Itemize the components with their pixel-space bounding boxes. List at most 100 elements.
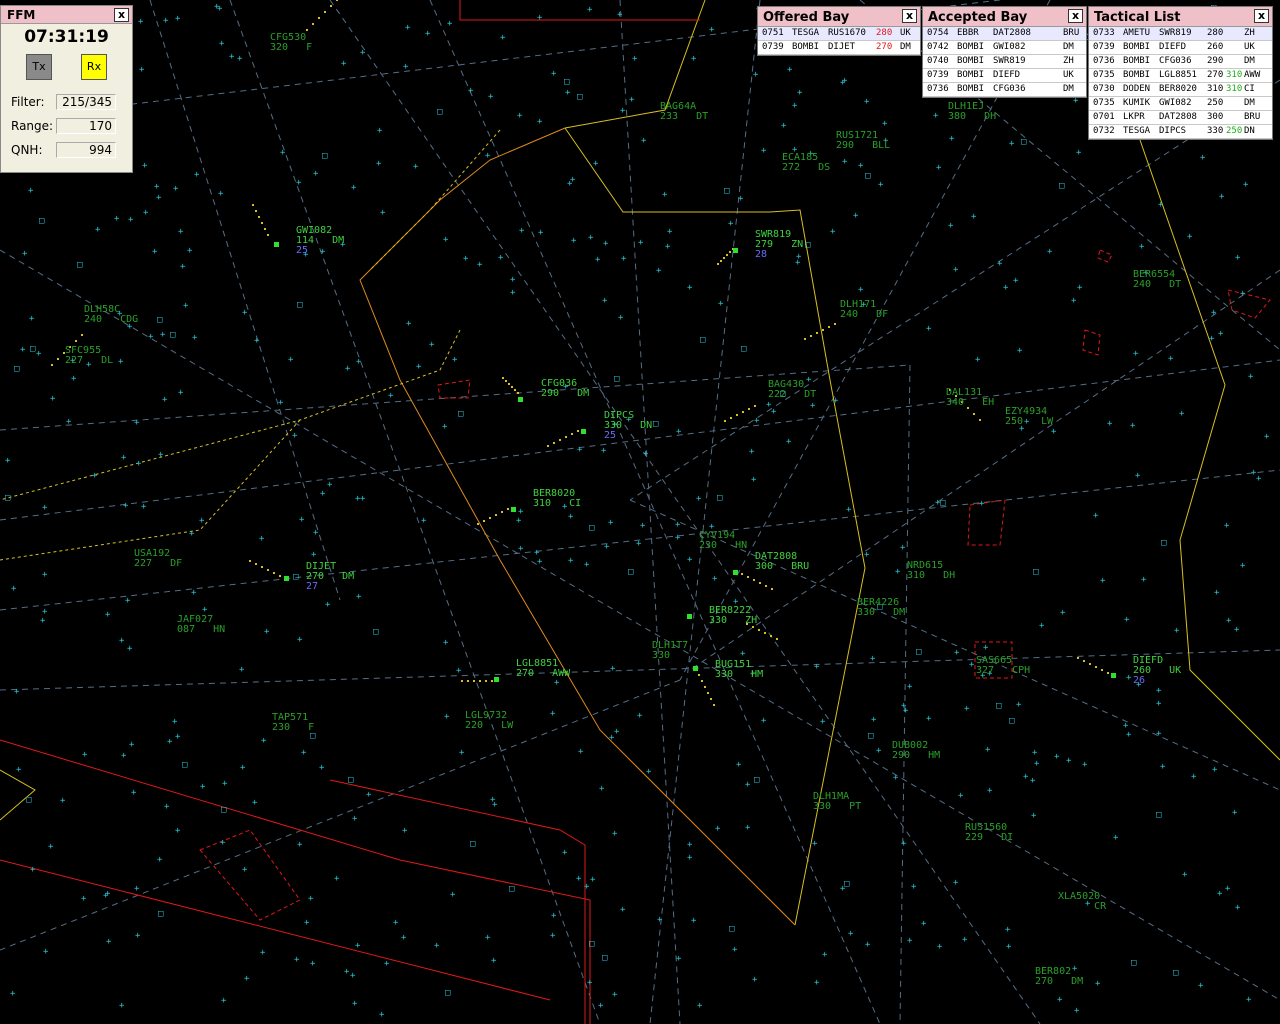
offered-bay-title-bar[interactable]: Offered Bay x [758, 7, 920, 27]
fix-marker: + [28, 186, 34, 196]
traffic-label[interactable]: DLH171 240 DF [840, 300, 888, 320]
list-row[interactable]: 0735 BOMBI LGL8851 270 310 AWW [1089, 69, 1272, 83]
fix-marker: + [434, 941, 440, 951]
aircraft-symbol[interactable] [733, 248, 738, 253]
track-label[interactable]: DAT2808 300 BRU [755, 552, 809, 572]
list-row[interactable]: 0733 AMETU SWR819 280 ZH [1089, 27, 1272, 41]
fix-marker: + [221, 996, 227, 1006]
fix-marker: □ [437, 107, 443, 117]
traffic-label[interactable]: RUS1560 229 DI [965, 823, 1013, 843]
rx-button[interactable]: Rx [81, 54, 107, 80]
list-row[interactable]: 0740 BOMBI SWR819 ZH [923, 55, 1086, 69]
traffic-label[interactable]: DLH1T7 330 [652, 641, 688, 661]
traffic-label[interactable]: XLA5020 CR [1058, 892, 1106, 912]
traffic-label[interactable]: LGL9732 220 LW [465, 711, 513, 731]
aircraft-symbol[interactable] [1111, 673, 1116, 678]
fix-marker: + [379, 1010, 385, 1020]
aircraft-symbol[interactable] [511, 507, 516, 512]
fix-marker: + [576, 874, 582, 884]
track-label[interactable]: DIEFD 260 UK 26 [1133, 656, 1181, 686]
list-row[interactable]: 0751 TESGA RUS1670 280 UK [758, 27, 920, 41]
traffic-label[interactable]: DUB002 290 HM [892, 741, 940, 761]
traffic-label[interactable]: USA192 227 DF [134, 549, 182, 569]
traffic-label[interactable]: DLH1EJ 380 DH [948, 102, 996, 122]
aircraft-symbol[interactable] [518, 397, 523, 402]
traffic-label[interactable]: TAP571 230 F [272, 713, 314, 733]
fix-marker: + [142, 161, 148, 171]
track-label[interactable]: BUG151 330 HM [715, 660, 763, 680]
traffic-label[interactable]: CFG530 320 F [270, 33, 312, 53]
trail-dot [1107, 672, 1109, 674]
track-label[interactable]: BER8222 330 ZH [709, 606, 757, 626]
traffic-label[interactable]: ECA185 272 DS [782, 153, 830, 173]
list-row[interactable]: 0736 BOMBI CFG036 DM [923, 83, 1086, 97]
aircraft-symbol[interactable] [284, 576, 289, 581]
fix-marker: + [997, 259, 1003, 269]
radar-scope[interactable]: □ + + + + + + + + □ + + + + + + + + □ + + + + + + + + □ + + + + + + + + □ + + +… [0, 0, 1280, 1024]
traffic-label[interactable]: DAL131 340 EH [946, 388, 994, 408]
tx-button[interactable]: Tx [26, 54, 52, 80]
traffic-label[interactable]: NRD615 310 DH [907, 561, 955, 581]
traffic-label[interactable]: SAS665 327 CPH [976, 656, 1030, 676]
track-label[interactable]: CFG036 290 DM [541, 379, 589, 399]
track-label[interactable]: GWI082 114 DM 25 [296, 226, 344, 256]
traffic-label[interactable]: DLH58C 240 CDG [84, 305, 138, 325]
traffic-label[interactable]: EZY4934 250 LW [1005, 407, 1053, 427]
list-row[interactable]: 0701 LKPR DAT2808 300 BRU [1089, 111, 1272, 125]
traffic-label[interactable]: BER6554 240 DT [1133, 270, 1181, 290]
list-row[interactable]: 0735 KUMIK GWI082 250 DM [1089, 97, 1272, 111]
fix-marker: + [712, 574, 718, 584]
accepted-bay-close-button[interactable]: x [1068, 9, 1083, 23]
fix-marker: + [157, 855, 163, 865]
traffic-label[interactable]: BER4226 330 DM [857, 598, 905, 618]
list-row[interactable]: 0736 BOMBI CFG036 290 DM [1089, 55, 1272, 69]
range-field[interactable]: 170 [56, 118, 116, 134]
tactical-list-close-button[interactable]: x [1254, 9, 1269, 23]
aircraft-symbol[interactable] [274, 242, 279, 247]
fix-marker: + [164, 802, 170, 812]
filter-field[interactable]: 215/345 [56, 94, 116, 110]
fix-marker: + [119, 636, 125, 646]
traffic-label[interactable]: SFC955 227 DL [65, 346, 113, 366]
track-label[interactable]: DIPCS 330 DN 25 [604, 411, 652, 441]
traffic-label[interactable]: DLH1MA 330 PT [813, 792, 861, 812]
ffm-close-button[interactable]: x [114, 8, 129, 22]
row-callsign: CFG036 [993, 84, 1026, 94]
fix-marker: + [550, 931, 556, 941]
traffic-label[interactable]: BER802 270 DM [1035, 967, 1083, 987]
list-row[interactable]: 0732 TESGA DIPCS 330 250 DN [1089, 125, 1272, 139]
track-label[interactable]: SWR819 279 ZN 28 [755, 230, 803, 260]
traffic-label[interactable]: CYV194 230 HN [699, 531, 747, 551]
ffm-title-bar[interactable]: FFM x [1, 6, 132, 24]
qnh-field[interactable]: 994 [56, 142, 116, 158]
tactical-list-title-bar[interactable]: Tactical List x [1089, 7, 1272, 27]
accepted-bay-title-bar[interactable]: Accepted Bay x [923, 7, 1086, 27]
track-label[interactable]: DIJET 270 DM 27 [306, 562, 354, 592]
list-row[interactable]: 0739 BOMBI DIJET 270 DM [758, 41, 920, 55]
fix-marker: + [1225, 884, 1231, 894]
track-label[interactable]: BER8020 310 CI [533, 489, 581, 509]
trail-dot [477, 523, 479, 525]
list-row[interactable]: 0739 BOMBI DIEFD 260 UK [1089, 41, 1272, 55]
aircraft-symbol[interactable] [494, 677, 499, 682]
offered-bay-close-button[interactable]: x [902, 9, 917, 23]
trail-dot [473, 680, 475, 682]
fix-marker: + [1060, 608, 1066, 618]
trail-dot [461, 680, 463, 682]
track-label[interactable]: LGL8851 270 AWW [516, 659, 570, 679]
traffic-label[interactable]: JAF027 087 HN [177, 615, 225, 635]
list-row[interactable]: 0730 DODEN BER8020 310 310 CI [1089, 83, 1272, 97]
row-sector: BRU [1063, 28, 1080, 38]
traffic-label[interactable]: RUS1721 290 BLL [836, 131, 890, 151]
aircraft-symbol[interactable] [693, 666, 698, 671]
list-row[interactable]: 0754 EBBR DAT2808 BRU [923, 27, 1086, 41]
aircraft-symbol[interactable] [581, 429, 586, 434]
list-row[interactable]: 0742 BOMBI GWI082 DM [923, 41, 1086, 55]
traffic-label[interactable]: BAG64A 233 DT [660, 102, 708, 122]
fix-marker: + [299, 515, 305, 525]
fix-marker: + [459, 748, 465, 758]
aircraft-symbol[interactable] [687, 614, 692, 619]
traffic-label[interactable]: BAG430 222 DT [768, 380, 816, 400]
list-row[interactable]: 0739 BOMBI DIEFD UK [923, 69, 1086, 83]
aircraft-symbol[interactable] [733, 570, 738, 575]
